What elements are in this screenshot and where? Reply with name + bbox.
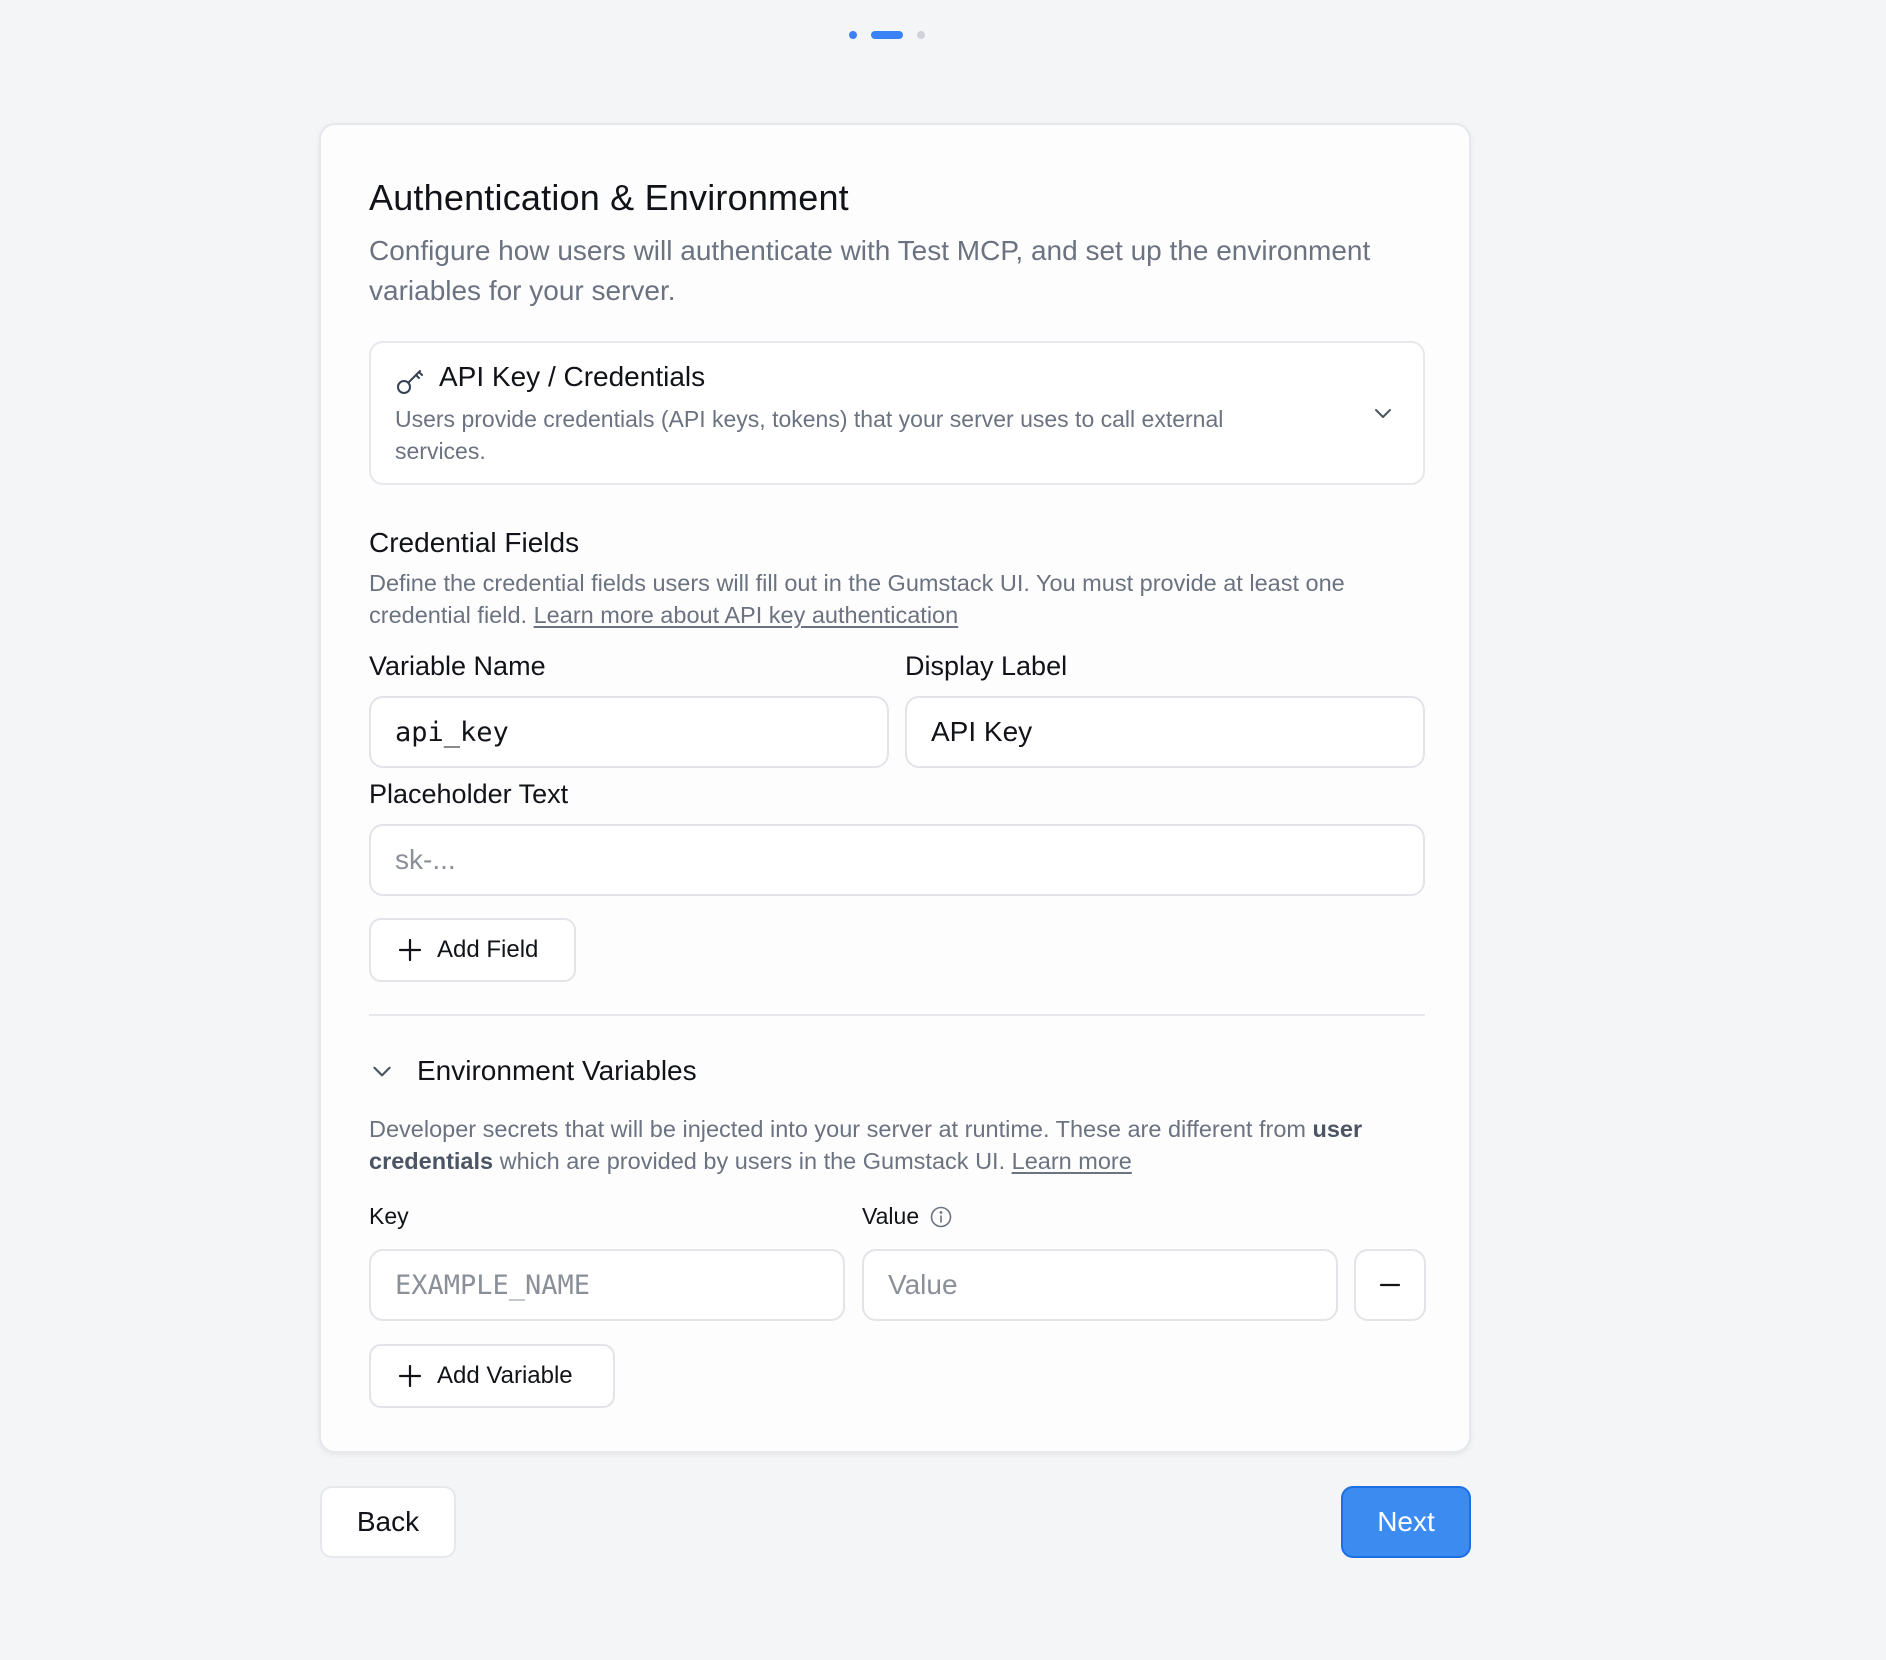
add-field-button[interactable]: Add Field <box>369 918 576 982</box>
env-value-label-text: Value <box>862 1203 920 1229</box>
env-key-label: Key <box>369 1203 409 1230</box>
section-divider <box>369 1014 1425 1016</box>
env-vars-description-text-2: which are provided by users in the Gumst… <box>499 1148 1006 1174</box>
auth-env-card: Authentication & Environment Configure h… <box>319 123 1471 1453</box>
plus-icon <box>398 1364 422 1388</box>
next-button[interactable]: Next <box>1341 1486 1471 1558</box>
add-variable-button[interactable]: Add Variable <box>369 1344 615 1408</box>
key-icon <box>397 370 423 394</box>
page-subtitle: Configure how users will authenticate wi… <box>369 235 1371 306</box>
step-dot-1 <box>849 31 857 39</box>
env-vars-description-text: Developer secrets that will be injected … <box>369 1116 1306 1142</box>
add-variable-label: Add Variable <box>437 1362 573 1389</box>
env-vars-learn-more-link[interactable]: Learn more <box>1012 1148 1132 1174</box>
credential-fields-description: Define the credential fields users will … <box>369 567 1439 631</box>
add-field-label: Add Field <box>437 936 539 963</box>
credential-fields-title: Credential Fields <box>369 527 580 558</box>
info-icon[interactable] <box>929 1205 953 1229</box>
auth-method-title: API Key / Credentials <box>439 361 706 392</box>
step-dot-2-active <box>871 31 903 39</box>
env-key-input[interactable]: EXAMPLE_NAME <box>369 1249 845 1321</box>
env-vars-description: Developer secrets that will be injected … <box>369 1113 1429 1177</box>
display-label-label: Display Label <box>905 651 1068 681</box>
env-value-label: Value <box>862 1203 953 1230</box>
page-title: Authentication & Environment <box>369 177 849 218</box>
api-key-auth-link[interactable]: Learn more about API key authentication <box>534 602 959 628</box>
auth-method-description: Users provide credentials (API keys, tok… <box>395 406 1224 464</box>
auth-method-select[interactable]: API Key / Credentials Users provide cred… <box>369 341 1425 485</box>
back-button[interactable]: Back <box>320 1486 456 1558</box>
env-vars-toggle[interactable]: Environment Variables <box>369 1055 697 1087</box>
remove-variable-button[interactable] <box>1354 1249 1426 1321</box>
env-value-input[interactable]: Value <box>862 1249 1338 1321</box>
placeholder-text-label: Placeholder Text <box>369 779 569 809</box>
plus-icon <box>398 938 422 962</box>
placeholder-text-input[interactable]: sk-... <box>369 824 1425 896</box>
step-indicator <box>849 31 925 39</box>
variable-name-input[interactable]: api_key <box>369 696 889 768</box>
chevron-down-icon <box>1375 409 1391 418</box>
display-label-input[interactable]: API Key <box>905 696 1425 768</box>
env-vars-title: Environment Variables <box>417 1055 697 1086</box>
env-key-label-text: Key <box>369 1203 409 1229</box>
minus-icon <box>1379 1283 1401 1287</box>
variable-name-label: Variable Name <box>369 651 546 681</box>
chevron-down-icon <box>373 1066 391 1077</box>
step-dot-3 <box>917 31 925 39</box>
